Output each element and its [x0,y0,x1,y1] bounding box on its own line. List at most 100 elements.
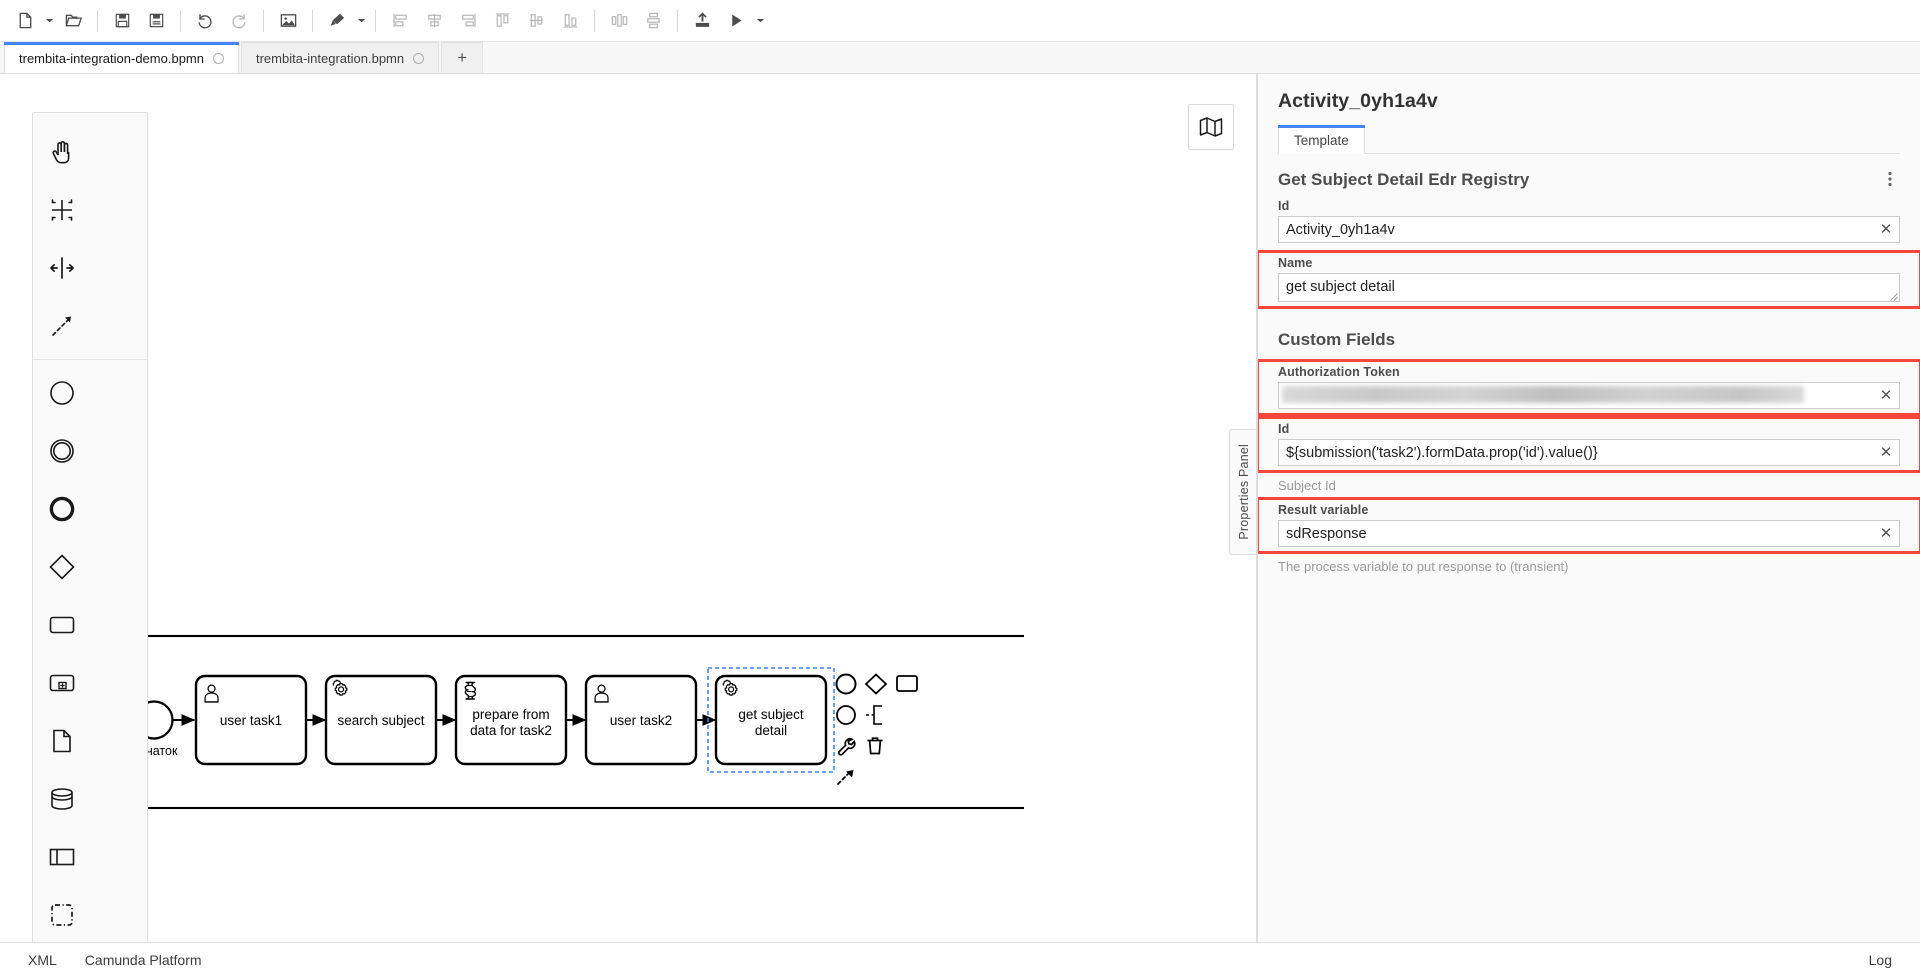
template-group-title-text: Get Subject Detail Edr Registry [1278,170,1530,189]
task-label: prepare from [472,707,549,722]
append-task-action [896,675,918,692]
properties-header: Activity_0yh1a4v Template [1258,74,1920,154]
create-end-event[interactable] [33,480,91,538]
tab-label: trembita-integration-demo.bpmn [19,50,204,66]
tab-trembita-integration-demo[interactable]: trembita-integration-demo.bpmn [4,42,239,73]
task-label: user task2 [610,713,672,728]
new-tab-button[interactable]: + [441,42,484,73]
properties-panel-toggle-label: Properties Panel [1236,444,1251,540]
subject-id-hint: Subject Id [1278,478,1336,493]
create-subprocess[interactable] [33,654,91,712]
global-connect-tool[interactable] [33,297,91,355]
close-icon[interactable]: ✕ [1877,525,1895,543]
task-label-line2: data for task2 [470,723,552,738]
toolbar-divider [375,9,376,32]
toolbar-divider [180,9,181,32]
tab-label: trembita-integration.bpmn [255,50,405,66]
result-variable-field: Result variable sdResponse ✕ [1258,497,1920,554]
toolbar-divider [312,9,313,32]
open-file-button[interactable] [56,6,90,36]
space-tool[interactable] [33,239,91,297]
id-input[interactable]: Activity_0yh1a4v [1278,216,1900,243]
status-bar: XML Camunda Platform Log [0,942,1920,976]
status-xml-button[interactable]: XML [14,952,71,968]
app-root: trembita-integration-demo.bpmn trembita-… [0,0,1920,976]
append-intermediate-event-action [836,705,856,725]
properties-panel-toggle[interactable]: Properties Panel [1229,429,1256,555]
deploy-button[interactable] [685,6,719,36]
lasso-tool[interactable] [33,181,91,239]
result-variable-hint: The process variable to put response to … [1278,559,1569,574]
save-button[interactable] [105,6,139,36]
create-start-event[interactable] [33,364,91,422]
distribute-horizontal-button[interactable] [602,6,636,36]
align-top-button[interactable] [485,6,519,36]
tab-close-icon[interactable] [212,52,224,64]
name-input[interactable]: get subject detail [1278,273,1900,302]
result-variable-label: Result variable [1278,503,1369,517]
bpmn-diagram[interactable]: Trembita Integration Demo Початок [0,74,1024,834]
create-participant[interactable] [33,828,91,886]
id-field: Id Activity_0yh1a4v ✕ [1258,198,1920,243]
redacted-value [1282,386,1805,403]
create-task[interactable] [33,596,91,654]
align-middle-button[interactable] [519,6,553,36]
align-bottom-button[interactable] [553,6,587,36]
start-instance-caret-icon[interactable] [753,6,767,36]
tab-trembita-integration[interactable]: trembita-integration.bpmn [240,42,440,73]
subject-id-input[interactable]: ${submission('task2').formData.prop('id'… [1278,439,1900,466]
authorization-token-input[interactable] [1278,382,1900,409]
tab-template[interactable]: Template [1278,125,1365,154]
palette-group-elements [33,359,147,942]
align-right-button[interactable] [451,6,485,36]
authorization-token-label: Authorization Token [1278,365,1400,379]
undo-button[interactable] [188,6,222,36]
properties-body: Get Subject Detail Edr Registry Id Activ… [1258,154,1920,942]
tab-close-icon[interactable] [413,52,425,64]
color-picker-caret-icon[interactable] [354,6,368,36]
new-file-button[interactable] [8,6,42,36]
authorization-token-field: Authorization Token ✕ [1258,359,1920,416]
create-gateway[interactable] [33,538,91,596]
hand-tool[interactable] [33,123,91,181]
create-data-store[interactable] [33,770,91,828]
toolbar-divider [263,9,264,32]
export-image-button[interactable] [271,6,305,36]
task-label: search subject [337,713,424,728]
bpmn-canvas[interactable]: Properties Panel Trembita Integration De… [0,74,1257,942]
change-type-action [837,738,856,756]
align-center-button[interactable] [417,6,451,36]
toolbar-divider [677,9,678,32]
color-picker-button[interactable] [320,6,354,36]
close-icon[interactable]: ✕ [1877,221,1895,239]
result-variable-input[interactable]: sdResponse [1278,520,1900,547]
append-gateway-action [864,673,888,695]
start-instance-button[interactable] [719,6,753,36]
distribute-vertical-button[interactable] [636,6,670,36]
subject-id-field: Id ${submission('task2').formData.prop('… [1258,416,1920,473]
close-icon[interactable]: ✕ [1877,444,1895,462]
create-group[interactable] [33,886,91,942]
status-log-button[interactable]: Log [1855,952,1906,968]
redo-button[interactable] [222,6,256,36]
minimap-toggle-button[interactable] [1188,104,1234,150]
bpmn-context-pad [835,673,918,785]
create-data-object[interactable] [33,712,91,770]
palette-group-tools [33,119,147,359]
name-field: Name get subject detail [1258,250,1920,309]
template-group-title: Get Subject Detail Edr Registry [1258,154,1920,198]
save-as-button[interactable] [139,6,173,36]
create-intermediate-event[interactable] [33,422,91,480]
vertical-dots-icon[interactable] [1880,169,1900,189]
align-left-button[interactable] [383,6,417,36]
status-camunda-platform-button[interactable]: Camunda Platform [71,952,216,968]
new-file-caret-icon[interactable] [42,6,56,36]
task-label: get subject [738,707,804,722]
append-text-annotation-action [866,705,882,725]
close-icon[interactable]: ✕ [1877,387,1895,405]
properties-tab-list: Template [1278,125,1900,154]
tab-bar: trembita-integration-demo.bpmn trembita-… [0,42,1920,74]
bpmn-task-user-task1: user task1 [194,674,308,766]
bpmn-task-get-subject-detail: get subject detail [707,667,835,773]
custom-fields-title: Custom Fields [1278,330,1396,349]
